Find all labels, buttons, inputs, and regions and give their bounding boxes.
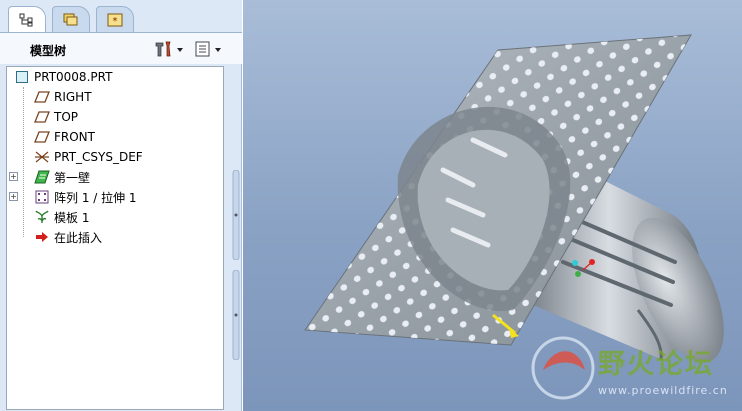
navigator-panel: * 模型树 PRT0008.PRT RIGHT TOP FRONT PRT_CS… bbox=[0, 0, 242, 411]
graphics-viewport[interactable]: 野火论坛 www.proewildfire.cn bbox=[243, 0, 742, 411]
sheetmetal-wall-icon bbox=[33, 169, 51, 185]
tree-item-front[interactable]: FRONT bbox=[33, 127, 95, 147]
tree-item-first-wall[interactable]: + 第一壁 bbox=[7, 167, 90, 187]
expand-toggle[interactable]: + bbox=[9, 192, 18, 201]
tab-model-tree[interactable] bbox=[8, 6, 46, 33]
model-tree-title: 模型树 bbox=[30, 44, 67, 58]
model-tree: PRT0008.PRT RIGHT TOP FRONT PRT_CSYS_DEF bbox=[6, 66, 224, 410]
datum-plane-icon bbox=[33, 109, 51, 125]
chevron-down-icon bbox=[177, 48, 183, 52]
tree-item-label: FRONT bbox=[54, 130, 95, 144]
tree-item-label: TOP bbox=[54, 110, 79, 124]
folder-browser-tab-icon bbox=[62, 12, 80, 28]
watermark-url: www.proewildfire.cn bbox=[598, 384, 728, 397]
pattern-icon bbox=[33, 189, 51, 205]
navigator-splitter[interactable] bbox=[232, 169, 240, 261]
part-icon bbox=[13, 69, 31, 85]
favorites-tab-icon: * bbox=[106, 12, 124, 28]
tree-item-form[interactable]: 模板 1 bbox=[33, 207, 89, 227]
model-tree-tab-icon bbox=[19, 13, 35, 27]
tools-icon bbox=[154, 40, 174, 61]
tree-item-label: 阵列 1 / 拉伸 1 bbox=[54, 190, 137, 205]
model-tree-header: 模型树 bbox=[0, 32, 242, 64]
datum-plane-icon bbox=[33, 89, 51, 105]
tree-guide-line bbox=[23, 87, 24, 237]
tree-item-label: PRT0008.PRT bbox=[34, 70, 113, 84]
settings-button[interactable] bbox=[154, 40, 183, 60]
navigator-splitter-lower[interactable] bbox=[232, 269, 240, 361]
navigator-tabstrip: * bbox=[0, 0, 242, 33]
watermark-title: 野火论坛 bbox=[598, 349, 714, 380]
csys-icon bbox=[33, 149, 51, 165]
form-icon bbox=[33, 209, 51, 225]
list-options-icon bbox=[194, 40, 212, 61]
datum-plane-icon bbox=[33, 129, 51, 145]
show-button[interactable] bbox=[194, 40, 221, 60]
tree-item-right[interactable]: RIGHT bbox=[33, 87, 92, 107]
tree-item-part[interactable]: PRT0008.PRT bbox=[13, 67, 112, 87]
expand-toggle[interactable]: + bbox=[9, 172, 18, 181]
tree-item-label: 第一壁 bbox=[54, 170, 91, 185]
tree-item-insert-here[interactable]: 在此插入 bbox=[33, 227, 102, 247]
tree-item-csys[interactable]: PRT_CSYS_DEF bbox=[33, 147, 143, 167]
svg-text:*: * bbox=[113, 16, 118, 27]
chevron-down-icon bbox=[215, 48, 221, 52]
tree-item-label: 在此插入 bbox=[54, 230, 103, 245]
tab-folder-browser[interactable] bbox=[52, 6, 90, 32]
forum-logo-icon bbox=[531, 336, 595, 400]
tree-item-pattern[interactable]: + 阵列 1 / 拉伸 1 bbox=[7, 187, 137, 207]
tab-favorites[interactable]: * bbox=[96, 6, 134, 32]
tree-item-label: RIGHT bbox=[54, 90, 92, 104]
tree-item-label: PRT_CSYS_DEF bbox=[54, 150, 143, 164]
tree-item-top[interactable]: TOP bbox=[33, 107, 78, 127]
insert-here-arrow-icon bbox=[33, 229, 51, 245]
tree-item-label: 模板 1 bbox=[54, 210, 90, 225]
